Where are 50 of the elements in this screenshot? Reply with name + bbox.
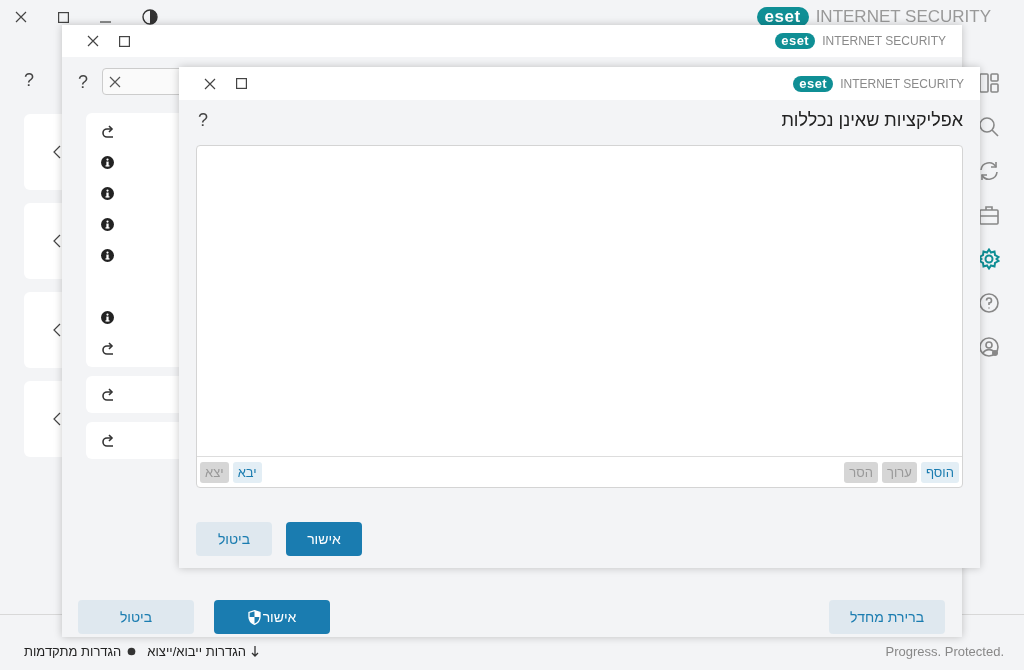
- chevron-left-icon[interactable]: [53, 412, 61, 426]
- info-icon[interactable]: [101, 187, 114, 200]
- redo-icon[interactable]: [101, 341, 115, 356]
- redo-icon[interactable]: [101, 124, 115, 139]
- protection-status: Progress. Protected.: [885, 644, 1004, 659]
- close-icon[interactable]: [15, 11, 27, 23]
- close-icon[interactable]: [204, 77, 216, 90]
- shield-icon: [247, 609, 261, 625]
- eset-logo: eset: [775, 33, 816, 49]
- file-action-button[interactable]: יבא: [232, 461, 262, 483]
- redo-icon[interactable]: [101, 387, 115, 402]
- eset-logo: eset: [756, 7, 809, 27]
- ok-button[interactable]: אישור: [286, 522, 362, 556]
- info-icon[interactable]: [101, 311, 114, 324]
- cancel-button[interactable]: ביטול: [78, 600, 194, 634]
- redo-icon[interactable]: [101, 433, 115, 448]
- chevron-left-icon[interactable]: [53, 323, 61, 337]
- contrast-icon[interactable]: [142, 9, 158, 25]
- chevron-left-icon[interactable]: [53, 234, 61, 248]
- cancel-button[interactable]: ביטול: [196, 522, 272, 556]
- maximize-icon[interactable]: [119, 35, 130, 47]
- product-name: INTERNET SECURITY: [815, 7, 991, 27]
- info-icon[interactable]: [101, 249, 114, 262]
- reset-defaults-button[interactable]: ברירת מחדל: [829, 600, 945, 634]
- dialog-title: אפליקציות שאינן נכללות: [781, 109, 963, 131]
- info-icon[interactable]: [101, 218, 114, 231]
- status-link[interactable]: הגדרות מתקדמות: [24, 644, 122, 659]
- product-name: INTERNET SECURITY: [840, 76, 964, 91]
- user-icon[interactable]: [978, 336, 1000, 358]
- chevron-left-icon[interactable]: [53, 145, 61, 159]
- settings-icon[interactable]: [978, 248, 1000, 270]
- list-action-button[interactable]: הוסף: [920, 461, 959, 483]
- maximize-icon[interactable]: [58, 11, 69, 23]
- dashboard-icon[interactable]: [978, 72, 1000, 94]
- help-button[interactable]: ?: [78, 70, 88, 93]
- refresh-icon[interactable]: [978, 160, 1000, 182]
- help-button[interactable]: ?: [198, 109, 208, 131]
- close-icon[interactable]: [87, 35, 99, 47]
- maximize-icon[interactable]: [236, 78, 247, 89]
- clear-icon[interactable]: [109, 75, 121, 88]
- help-button[interactable]: ?: [24, 69, 34, 91]
- arrow-icon: [250, 646, 259, 657]
- help-icon[interactable]: [978, 292, 1000, 314]
- product-name: INTERNET SECURITY: [822, 34, 946, 48]
- status-link[interactable]: הגדרות ייבוא/ייצוא: [147, 644, 246, 659]
- search-icon[interactable]: [978, 116, 1000, 138]
- info-icon[interactable]: [101, 156, 114, 169]
- ok-button[interactable]: אישור: [214, 600, 330, 634]
- briefcase-icon[interactable]: [978, 204, 1000, 226]
- eset-logo: eset: [793, 75, 834, 92]
